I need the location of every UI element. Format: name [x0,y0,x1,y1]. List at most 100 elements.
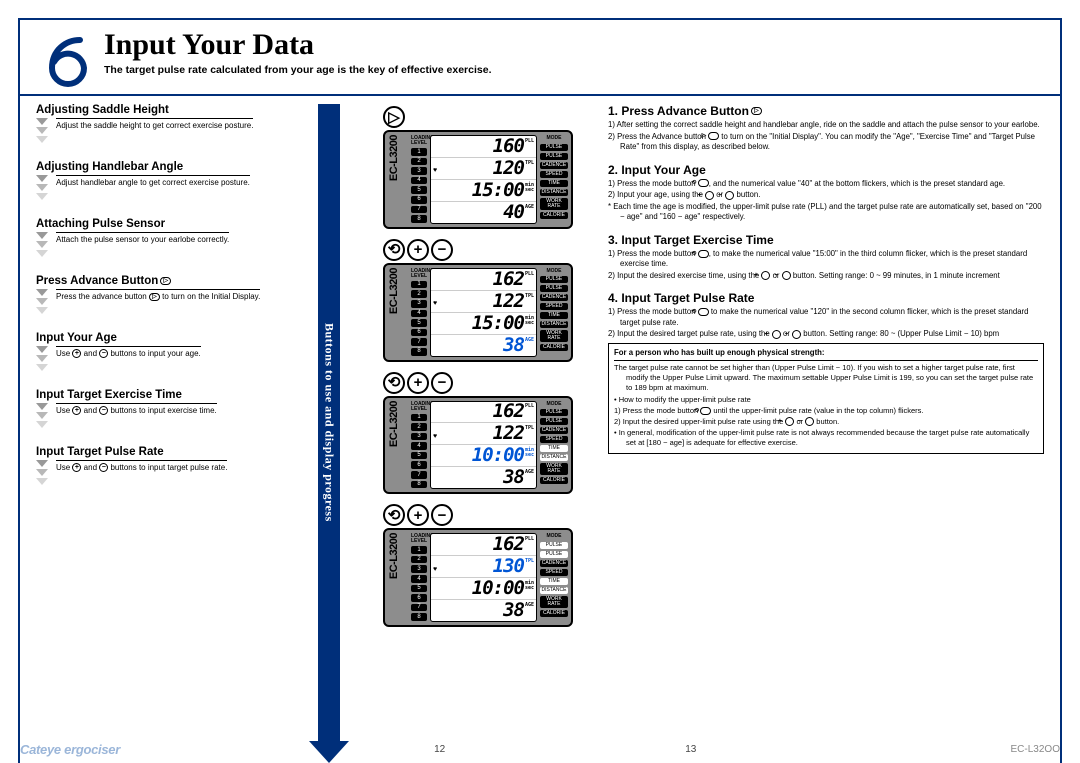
right-step-heading: 3. Input Target Exercise Time [608,233,1044,247]
left-summary-column: Adjusting Saddle Height Adjust the saddl… [36,104,306,763]
lcd-value: 38AGE [440,336,536,355]
lcd-value: 162PLL [440,270,536,289]
button-set: ⟲+− [383,372,573,394]
plus-button-icon: + [407,239,429,261]
note-box: For a person who has built up enough phy… [608,343,1044,455]
right-step-line: 2) Input the desired target pulse rate, … [608,329,1044,340]
chevron-down-icon [36,175,50,208]
minus-icon: − [792,330,801,339]
advance-icon: ▷ [751,107,762,115]
lcd-left-side: EC-L3200 [388,533,408,622]
note-line: The target pulse rate cannot be set high… [614,363,1038,393]
chevron-down-icon [36,346,50,379]
lcd-screen: 162PLL♥130TPL10:00min sec38AGE [430,533,537,622]
lcd-display: EC-L3200LOADING LEVEL12345678162PLL♥130T… [383,528,573,627]
right-step-line: 2) Input the desired exercise time, usin… [608,271,1044,282]
right-step-line: * Each time the age is modified, the upp… [608,202,1044,223]
left-step-heading: Attaching Pulse Sensor [36,218,294,230]
lcd-value: 10:00min sec [440,579,536,598]
chevron-down-icon [36,289,50,322]
lcd-value: 10:00min sec [440,446,536,465]
lcd-screen: 162PLL♥122TPL10:00min sec38AGE [430,401,537,490]
right-step-heading: 4. Input Target Pulse Rate [608,291,1044,305]
left-step-text: Use + and − buttons to input your age. [56,346,201,379]
mode-icon: ⟲ [698,250,709,258]
minus-icon: − [782,271,791,280]
plus-icon: + [705,191,714,200]
lcd-row: 162PLL [431,534,536,556]
left-step-text: Adjust handlebar angle to get correct ex… [56,175,250,208]
right-step-body: 1) Press the mode button ⟲ to make the n… [608,307,1044,454]
right-step-heading: 1. Press Advance Button▷ [608,104,1044,118]
lcd-value: 162PLL [440,402,536,421]
mode-icon: ⟲ [700,407,711,415]
lcd-row: 162PLL [431,402,536,424]
lcd-level-strip: LOADING LEVEL12345678 [411,533,427,622]
brand-logo: Cateye ergociser [20,742,120,757]
mode-button-icon: ⟲ [383,504,405,526]
right-step-body: 1) After setting the correct saddle heig… [608,120,1044,153]
minus-button-icon: − [431,504,453,526]
mode-button-icon: ⟲ [383,239,405,261]
right-step-body: 1) Press the mode button ⟲, and the nume… [608,179,1044,223]
lcd-row: ♥122TPL [431,423,536,445]
left-step-text: Attach the pulse sensor to your earlobe … [56,232,229,265]
lcd-value: 160PLL [440,137,536,156]
lcd-screen: 160PLL ♥120TPL15:00min sec 40AGE [430,135,537,224]
plus-icon: + [772,330,781,339]
lcd-column: ▷EC-L3200LOADING LEVEL12345678160PLL♥120… [360,104,596,763]
lcd-row: ♥120TPL [431,158,536,180]
header-rule [20,94,1060,96]
lcd-brand: EC-L3200 [388,135,408,181]
left-step: Attaching Pulse Sensor Attach the pulse … [36,218,294,265]
lcd-row: 38AGE [431,335,536,356]
note-line: • How to modify the upper-limit pulse ra… [614,395,1038,405]
minus-icon: − [805,417,814,426]
lcd-level-strip: LOADING LEVEL12345678 [411,135,427,224]
lcd-row: 40AGE [431,202,536,223]
chevron-down-icon [36,460,50,493]
lcd-level-strip: LOADING LEVEL12345678 [411,401,427,490]
lcd-level-strip: LOADING LEVEL12345678 [411,268,427,357]
left-step: Input Target Exercise Time Use + and − b… [36,389,294,436]
minus-icon: − [725,191,734,200]
lcd-row: ♥130TPL [431,556,536,578]
lcd-display: EC-L3200LOADING LEVEL12345678 160PLL ♥120T… [383,130,573,229]
lcd-row: 15:00min sec [431,313,536,335]
left-step-text: Use + and − buttons to input exercise ti… [56,403,217,436]
right-step-line: 2) Press the Advance button ▷ to turn on… [608,132,1044,153]
lcd-row: 10:00min sec [431,445,536,467]
page-title: Input Your Data [104,28,492,62]
advance-button-icon: ▷ [383,106,405,128]
plus-icon: + [761,271,770,280]
note-line: • In general, modification of the upper-… [614,428,1038,448]
lcd-brand: EC-L3200 [388,401,408,447]
right-step: 1. Press Advance Button▷ 1) After setting… [608,104,1044,153]
mode-icon: ⟲ [698,179,709,187]
left-step-heading: Adjusting Saddle Height [36,104,294,116]
right-step: 2. Input Your Age1) Press the mode butto… [608,163,1044,223]
lcd-brand: EC-L3200 [388,268,408,314]
right-step-line: 1) Press the mode button ⟲, to make the … [608,249,1044,270]
lcd-left-side: EC-L3200 [388,401,408,490]
lcd-value: 15:00min sec [440,314,536,333]
button-set: ▷ [383,106,573,128]
left-step-text: Use + and − buttons to input target puls… [56,460,227,493]
note-line: 2) Input the desired upper-limit pulse r… [614,417,1038,427]
left-step-heading: Adjusting Handlebar Angle [36,161,294,173]
right-step-line: 1) Press the mode button ⟲, and the nume… [608,179,1044,190]
minus-button-icon: − [431,372,453,394]
lcd-row: 10:00min sec [431,578,536,600]
left-step: Input Your Age Use + and − buttons to in… [36,332,294,379]
button-set: ⟲+− [383,504,573,526]
advance-icon: ▷ [160,277,171,285]
page-number-left: 12 [434,744,445,755]
lcd-mode-strip: MODEPULSEPULSECADENCESPEEDTIMEDISTANCEWO… [540,401,568,490]
plus-button-icon: + [407,372,429,394]
left-step-heading: Input Your Age [36,332,294,344]
lcd-value: 15:00min sec [440,181,536,200]
arrow-label: Buttons to use and display progress [318,104,340,741]
left-step-heading: Input Target Pulse Rate [36,446,294,458]
right-step-line: 2) Input your age, using the + or − butt… [608,190,1044,201]
lcd-left-side: EC-L3200 [388,135,408,224]
